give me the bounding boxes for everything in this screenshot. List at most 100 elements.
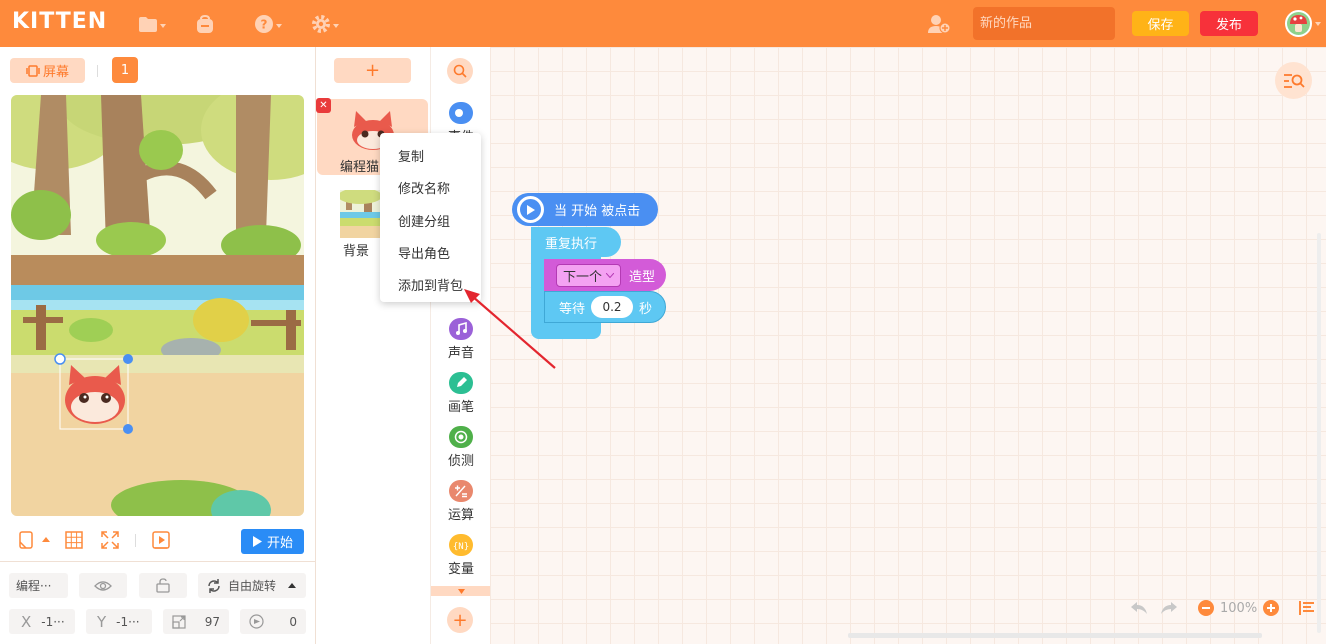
add-extension-button[interactable]: + <box>447 607 473 633</box>
scale-icon <box>172 614 186 629</box>
lock-toggle[interactable] <box>139 573 187 598</box>
menu-item-create-group[interactable]: 创建分组 <box>398 211 450 230</box>
menu-item-export-sprite[interactable]: 导出角色 <box>398 243 450 262</box>
category-variables[interactable]: {N} 变量 <box>431 534 491 577</box>
screen-number-tab[interactable]: 1 <box>112 57 138 83</box>
fullscreen-icon[interactable] <box>100 530 120 550</box>
menu-item-copy[interactable]: 复制 <box>398 146 424 165</box>
divider <box>97 65 98 77</box>
collaborator-button[interactable] <box>927 13 957 35</box>
chevron-down-icon[interactable] <box>1315 22 1321 26</box>
block-search-button[interactable] <box>447 58 473 84</box>
size-field[interactable]: 97 <box>163 609 229 634</box>
help-icon: ? <box>255 15 273 33</box>
list-search-icon <box>1283 73 1305 88</box>
code-workspace[interactable]: 重复执行 当 开始 被点击 下一个 造型 等待 0.2 秒 100% <box>490 47 1326 644</box>
direction-icon <box>249 614 264 629</box>
costume-label: 造型 <box>629 269 656 285</box>
chevron-down-icon <box>606 272 615 278</box>
file-menu-button[interactable] <box>138 13 168 35</box>
x-value: -1··· <box>41 614 65 629</box>
sprite-name-label: 编程猫 <box>340 160 380 175</box>
wait-label: 等待 <box>559 301 586 317</box>
chevron-down-icon <box>276 24 282 28</box>
backpack-button[interactable] <box>195 13 225 35</box>
repeat-forever-block[interactable]: 重复执行 <box>531 227 621 257</box>
wait-unit-label: 秒 <box>639 301 653 317</box>
horizontal-scrollbar[interactable] <box>848 633 1262 638</box>
save-button[interactable]: 保存 <box>1132 11 1189 36</box>
divider <box>0 561 316 562</box>
caret-up-icon[interactable] <box>42 537 50 543</box>
start-label: 开始 <box>266 536 293 551</box>
category-label: 变量 <box>447 562 474 577</box>
category-label: 画笔 <box>447 400 474 415</box>
svg-text:{N}: {N} <box>453 542 469 551</box>
x-position-field[interactable]: X -1··· <box>9 609 75 634</box>
backpack-icon <box>197 14 213 33</box>
unlock-icon <box>156 578 170 593</box>
background-name-label: 背景 <box>343 244 370 259</box>
costume-dropdown-value: 下一个 <box>563 269 603 285</box>
sprite-name-field[interactable]: 编程··· <box>9 573 68 598</box>
x-label: X <box>21 612 32 631</box>
align-blocks-icon[interactable] <box>1299 601 1315 615</box>
more-categories-button[interactable] <box>431 586 491 596</box>
vertical-scrollbar[interactable] <box>1317 233 1321 633</box>
user-avatar[interactable] <box>1285 10 1312 37</box>
y-label: Y <box>97 612 107 631</box>
stage-canvas[interactable] <box>11 95 304 516</box>
pen-icon <box>449 372 473 394</box>
publish-button[interactable]: 发布 <box>1200 11 1258 36</box>
undo-icon[interactable] <box>1130 601 1148 615</box>
zoom-level: 100% <box>1220 600 1258 616</box>
zoom-controls: 100% <box>1130 598 1315 618</box>
chevron-down-icon <box>333 24 339 28</box>
help-menu-button[interactable]: ? <box>254 13 284 35</box>
stage-toolbar: 开始 <box>0 525 316 557</box>
phone-orientation-icon[interactable] <box>16 530 36 550</box>
screen-button[interactable]: 屏幕 <box>10 58 85 83</box>
wait-seconds-input[interactable]: 0.2 <box>591 296 634 318</box>
screen-label: 屏幕 <box>42 65 69 80</box>
delete-sprite-button[interactable]: ✕ <box>316 98 331 113</box>
menu-item-add-to-backpack[interactable]: 添加到背包 <box>398 275 463 294</box>
category-label: 侦测 <box>447 454 474 469</box>
variable-icon: {N} <box>449 534 473 556</box>
forest-background-image <box>11 95 304 516</box>
y-value: -1··· <box>116 614 140 629</box>
svg-text:?: ? <box>261 18 268 32</box>
direction-value: 0 <box>289 614 297 629</box>
events-icon <box>449 102 473 124</box>
category-label: 运算 <box>447 508 474 523</box>
visibility-toggle[interactable] <box>79 573 127 598</box>
add-sprite-button[interactable]: + <box>334 58 411 83</box>
preview-icon[interactable] <box>151 530 171 550</box>
screen-icon <box>26 64 40 77</box>
category-operators[interactable]: 运算 <box>431 480 491 523</box>
next-costume-block[interactable]: 下一个 造型 <box>544 259 666 291</box>
category-pen[interactable]: 画笔 <box>431 372 491 415</box>
rotation-mode-label: 自由旋转 <box>228 579 277 593</box>
zoom-out-icon[interactable] <box>1198 600 1214 616</box>
top-bar: KITTEN ? 保存 发布 <box>0 0 1326 47</box>
grid-icon[interactable] <box>64 530 84 550</box>
repeat-label: 重复执行 <box>545 236 598 252</box>
redo-icon[interactable] <box>1160 601 1178 615</box>
caret-up-icon <box>288 582 297 588</box>
project-title-input[interactable] <box>973 7 1115 40</box>
menu-item-rename[interactable]: 修改名称 <box>398 178 450 197</box>
category-sensing[interactable]: 侦测 <box>431 426 491 469</box>
hat-label: 当 开始 被点击 <box>554 204 641 219</box>
costume-dropdown[interactable]: 下一个 <box>556 263 622 287</box>
settings-menu-button[interactable] <box>311 13 341 35</box>
rotation-mode-select[interactable]: 自由旋转 <box>198 573 306 598</box>
code-search-button[interactable] <box>1275 62 1312 99</box>
wait-seconds-block[interactable]: 等待 0.2 秒 <box>544 291 666 323</box>
direction-field[interactable]: 0 <box>240 609 306 634</box>
zoom-in-icon[interactable] <box>1263 600 1280 616</box>
sprite-context-menu: 复制 修改名称 创建分组 导出角色 添加到背包 <box>380 133 481 302</box>
start-button[interactable]: 开始 <box>241 529 304 554</box>
play-icon <box>252 536 262 547</box>
y-position-field[interactable]: Y -1··· <box>86 609 152 634</box>
